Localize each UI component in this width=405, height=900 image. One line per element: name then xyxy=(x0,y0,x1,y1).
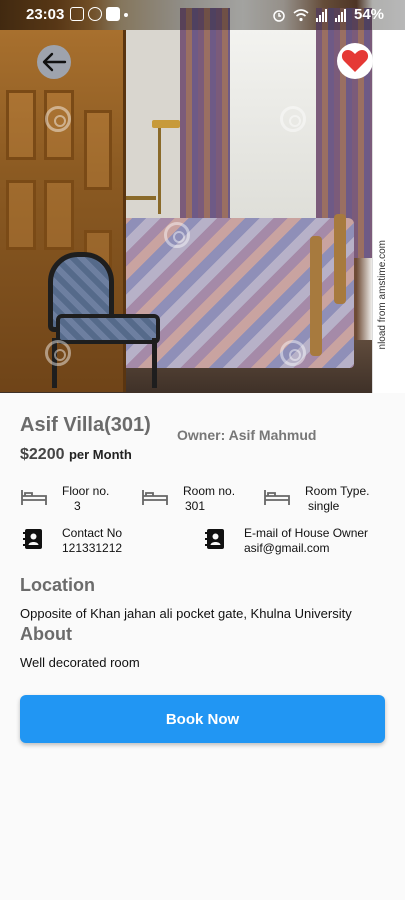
spec-room-label: Room no. xyxy=(183,484,236,498)
photo-window xyxy=(228,30,320,240)
listing-title: Asif Villa(301) xyxy=(20,414,151,436)
watermark-icon xyxy=(280,340,306,366)
heart-icon xyxy=(341,50,369,72)
price-unit: per Month xyxy=(68,447,132,462)
price-amount: $2200 xyxy=(20,446,65,463)
about-heading: About xyxy=(20,624,72,644)
contact-phone: Contact No 121331212 xyxy=(20,526,122,556)
image-credit: nload from amstime.com xyxy=(377,240,388,350)
more-dot-icon xyxy=(124,13,128,17)
spec-room: Room no. 301 xyxy=(141,484,235,514)
signal-icon xyxy=(316,8,327,22)
contact-phone-label: Contact No xyxy=(62,526,123,540)
spec-type: Room Type. single xyxy=(263,484,369,514)
bed-icon xyxy=(21,490,47,505)
status-system-icons: 54% xyxy=(272,6,384,23)
spec-floor-value: 3 xyxy=(74,499,81,513)
spec-floor: Floor no. 3 xyxy=(20,484,109,514)
contact-phone-value[interactable]: 121331212 xyxy=(62,541,122,556)
alarm-icon xyxy=(273,9,285,22)
status-notification-icons xyxy=(70,7,128,21)
photo-lampshade xyxy=(152,120,180,128)
watermark-icon xyxy=(45,340,71,366)
app-icon xyxy=(88,7,102,21)
location-text: Opposite of Khan jahan ali pocket gate, … xyxy=(20,606,352,621)
photo-lamp xyxy=(158,124,161,214)
contact-book-icon xyxy=(23,529,42,549)
contact-email-label: E-mail of House Owner xyxy=(244,526,369,540)
favorite-button[interactable] xyxy=(337,43,373,79)
book-now-button[interactable]: Book Now xyxy=(20,695,385,743)
bed-icon xyxy=(264,490,290,505)
signal-icon xyxy=(335,8,346,22)
youtube-icon xyxy=(106,7,120,21)
image-credit-strip: nload from amstime.com xyxy=(372,30,405,393)
contact-email: E-mail of House Owner asif@gmail.com xyxy=(202,526,368,556)
price: $2200 per Month xyxy=(20,446,132,464)
photo-chair xyxy=(42,252,162,388)
gallery-icon xyxy=(70,7,84,21)
contact-book-icon xyxy=(205,529,224,549)
location-heading: Location xyxy=(20,575,95,595)
status-time: 23:03 xyxy=(26,6,65,23)
owner-name: Owner: Asif Mahmud xyxy=(177,427,317,443)
back-button[interactable] xyxy=(37,45,71,79)
contact-email-value[interactable]: asif@gmail.com xyxy=(244,541,368,556)
spec-type-value: single xyxy=(308,499,340,513)
spec-room-value: 301 xyxy=(185,499,206,513)
spec-type-label: Room Type. xyxy=(305,484,370,498)
photo-curtain-left xyxy=(180,8,230,243)
spec-floor-label: Floor no. xyxy=(62,484,110,498)
battery-level: 54% xyxy=(354,6,385,23)
watermark-icon xyxy=(280,106,306,132)
watermark-icon xyxy=(45,106,71,132)
bed-icon xyxy=(142,490,168,505)
watermark-icon xyxy=(164,222,190,248)
status-bar: 23:03 54% xyxy=(0,0,405,30)
wifi-icon xyxy=(293,8,309,21)
photo-bedpost xyxy=(310,236,322,356)
photo-bedpost xyxy=(334,214,346,304)
arrow-left-icon xyxy=(42,52,67,72)
about-text: Well decorated room xyxy=(20,655,140,670)
